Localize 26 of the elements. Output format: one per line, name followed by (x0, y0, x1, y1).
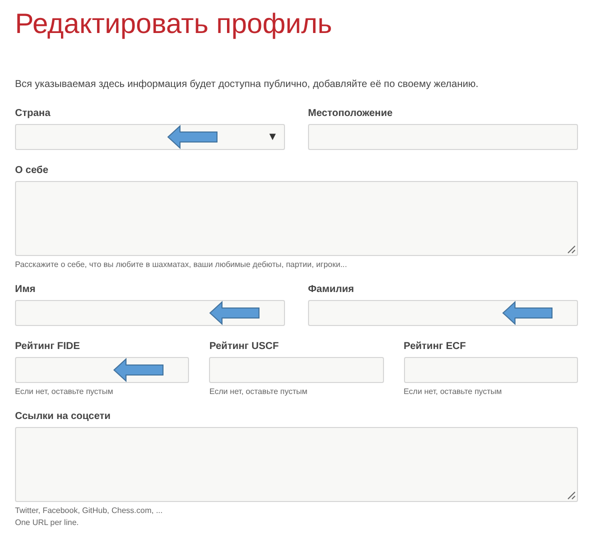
caret-icon: ▼ (267, 132, 278, 142)
hint-text: Расскажите о себе, что вы любите в шахматах, ваши любимые дебюты, партии, игроки... (15, 260, 347, 269)
hint-text: Если нет, оставьте пустым (15, 387, 114, 396)
field-label: Имя (15, 284, 36, 295)
input-field[interactable] (404, 357, 578, 383)
input-field[interactable] (15, 300, 285, 326)
hint-text: Если нет, оставьте пустым (209, 387, 308, 396)
hint-text: Twitter, Facebook, GitHub, Chess.com, ... (15, 506, 163, 515)
input-field[interactable] (209, 357, 384, 383)
field-label: Рейтинг USCF (209, 341, 279, 352)
page-title: Редактировать профиль (15, 7, 332, 41)
input-field[interactable] (308, 300, 578, 326)
field-label: Страна (15, 108, 50, 119)
hint-text: Если нет, оставьте пустым (404, 387, 502, 396)
intro-text: Вся указываемая здесь информация будет доступна публично, добавляйте её по своему желанию. (15, 79, 480, 90)
field-label: Рейтинг FIDE (15, 341, 80, 352)
field-label: Фамилия (308, 284, 354, 295)
field-label: О себе (15, 165, 48, 176)
input-field[interactable] (308, 124, 578, 150)
hint-text: One URL per line. (15, 518, 79, 527)
dropdown-field[interactable]: ▼ (15, 124, 285, 150)
field-label: Рейтинг ECF (404, 341, 466, 352)
field-label: Ссылки на соцсети (15, 411, 111, 422)
field-label: Местоположение (308, 108, 393, 119)
resize-grip-icon[interactable] (566, 244, 576, 254)
resize-grip-icon[interactable] (566, 490, 576, 500)
